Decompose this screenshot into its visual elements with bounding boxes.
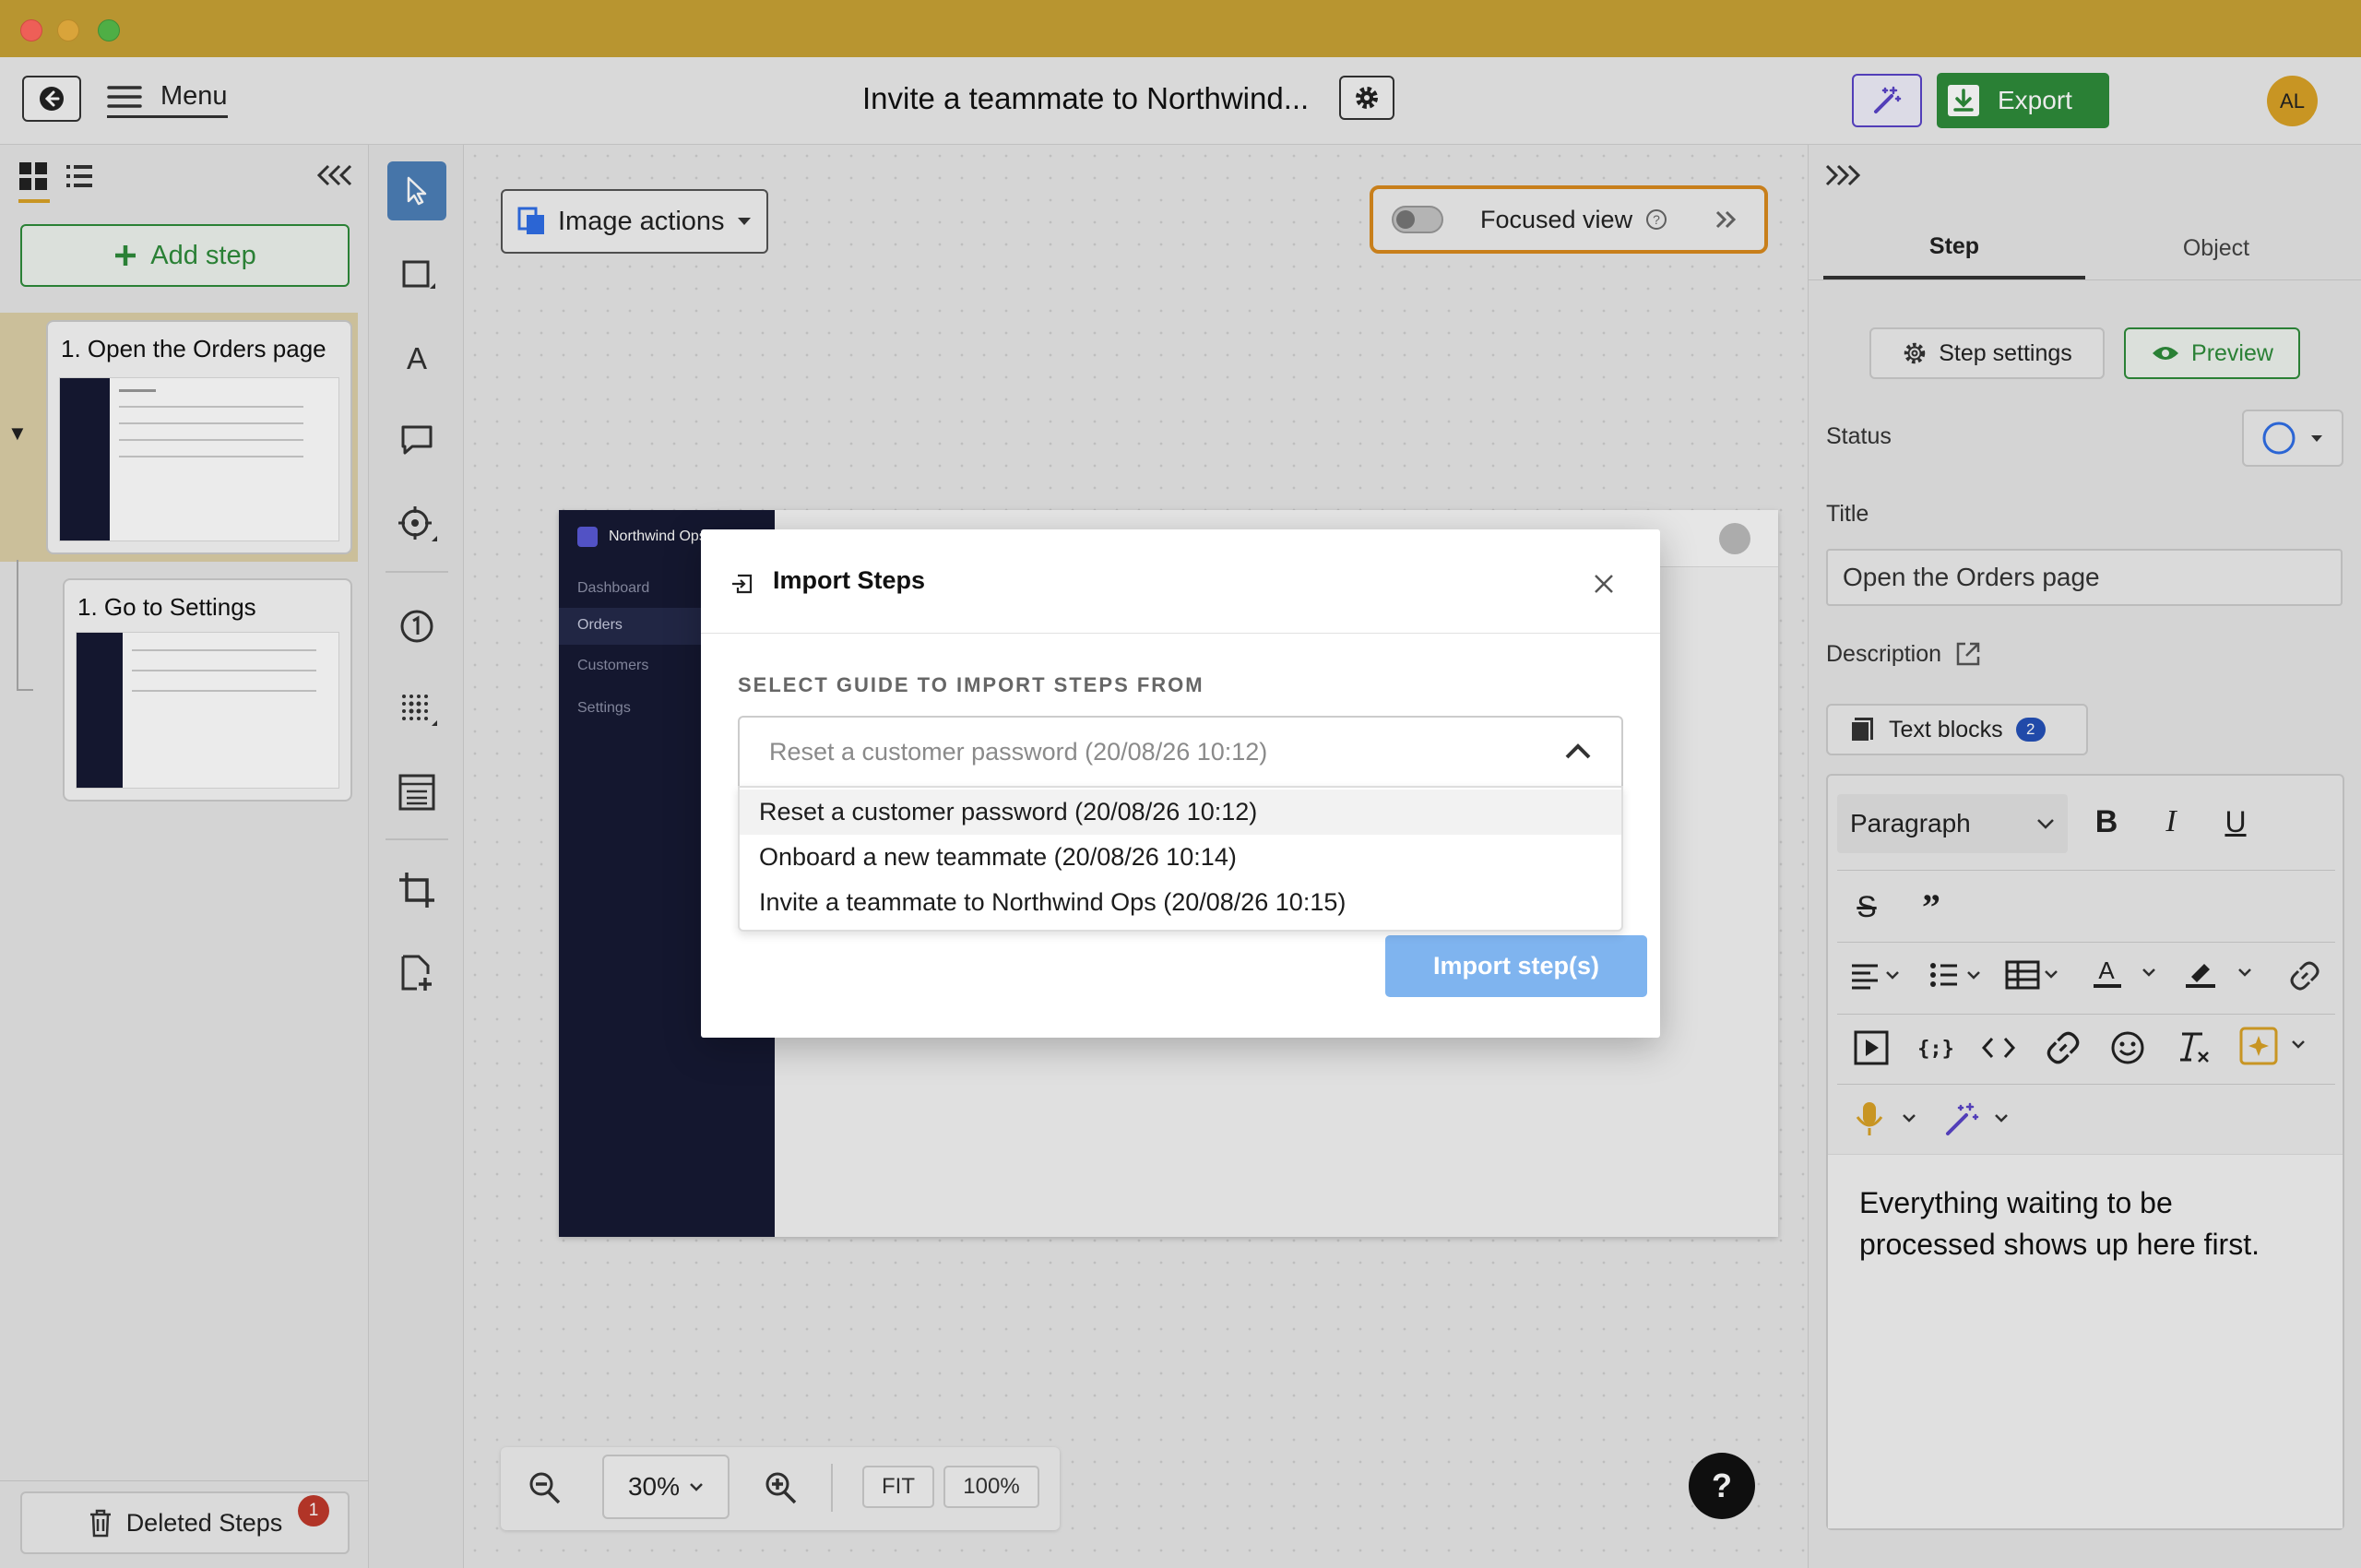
guide-options-list: Reset a customer password (20/08/26 10:1… (738, 786, 1623, 932)
close-icon[interactable] (1592, 572, 1616, 596)
guide-option[interactable]: Reset a customer password (20/08/26 10:1… (740, 790, 1621, 835)
import-icon (732, 574, 753, 594)
maximize-window-button[interactable] (98, 19, 120, 42)
minimize-window-button[interactable] (57, 19, 79, 42)
guide-select[interactable]: Reset a customer password (20/08/26 10:1… (738, 716, 1623, 786)
guide-select-label: SELECT GUIDE TO IMPORT STEPS FROM (738, 673, 1204, 696)
close-window-button[interactable] (20, 19, 42, 42)
window-titlebar (0, 0, 2361, 57)
import-steps-modal: Import Steps SELECT GUIDE TO IMPORT STEP… (701, 529, 1660, 1038)
guide-option[interactable]: Onboard a new teammate (20/08/26 10:14) (740, 835, 1621, 880)
modal-divider (701, 633, 1660, 634)
guide-option[interactable]: Invite a teammate to Northwind Ops (20/0… (740, 880, 1621, 925)
chevron-up-icon[interactable] (1564, 742, 1592, 760)
modal-title: Import Steps (773, 566, 926, 594)
import-steps-button[interactable]: Import step(s) (1385, 935, 1647, 997)
